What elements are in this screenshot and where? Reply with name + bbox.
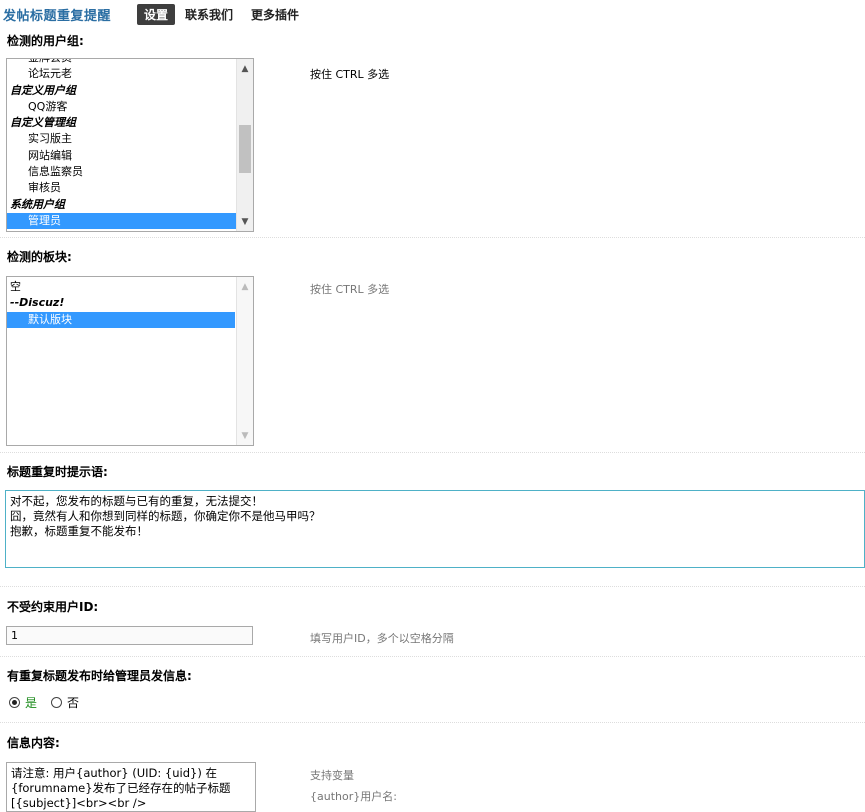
divider	[0, 237, 865, 238]
user-group-option[interactable]: 审核员	[7, 180, 237, 196]
user-groups-label: 检测的用户组:	[7, 34, 84, 48]
scroll-down-arrow-icon[interactable]: ▼	[237, 428, 253, 444]
user-group-option[interactable]: 金牌会员	[7, 59, 237, 66]
scroll-thumb[interactable]	[239, 125, 251, 173]
forums-options: 空 --Discuz! 默认版块	[7, 279, 235, 328]
tab-more-plugins[interactable]: 更多插件	[251, 6, 299, 23]
exempt-users-label: 不受约束用户ID:	[7, 600, 99, 614]
message-content-hint-variable: {author}用户名:	[310, 790, 397, 803]
user-group-option[interactable]: 管理员	[7, 212, 237, 230]
user-groups-select[interactable]: 金牌会员论坛元老自定义用户组 QQ游客自定义管理组实习版主网站编辑信息监察员审核员…	[6, 58, 254, 232]
divider	[0, 722, 865, 723]
user-groups-hint: 按住 CTRL 多选	[310, 68, 390, 81]
user-group-option[interactable]: QQ游客	[7, 99, 237, 115]
radio-no[interactable]	[51, 697, 63, 708]
dup-message-label: 标题重复时提示语:	[7, 465, 108, 479]
notify-admin-radio-group: 是 否	[9, 694, 79, 711]
scroll-up-arrow-icon[interactable]: ▲	[237, 61, 253, 77]
message-content-hint-title: 支持变量	[310, 769, 354, 782]
exempt-users-hint: 填写用户ID，多个以空格分隔	[310, 632, 454, 645]
radio-yes-label[interactable]: 是	[25, 694, 37, 711]
tab-settings[interactable]: 设置	[137, 4, 176, 25]
notify-admin-label: 有重复标题发布时给管理员发信息:	[7, 669, 192, 683]
exempt-users-input[interactable]	[6, 626, 253, 645]
message-content-label: 信息内容:	[7, 736, 60, 750]
divider	[0, 656, 865, 657]
forum-option[interactable]: 默认版块	[7, 311, 235, 328]
forum-optgroup: --Discuz!	[10, 296, 65, 310]
user-group-option[interactable]: 论坛元老	[7, 66, 237, 82]
user-group-option[interactable]: 实习版主	[7, 131, 237, 147]
user-group-option[interactable]: 信息监察员	[7, 164, 237, 180]
user-group-optgroup: 自定义用户组	[10, 83, 76, 97]
forums-select[interactable]: 空 --Discuz! 默认版块 ▲ ▼	[6, 276, 254, 446]
plugin-title: 发帖标题重复提醒	[3, 9, 112, 24]
divider	[0, 452, 865, 453]
radio-no-label[interactable]: 否	[67, 694, 79, 711]
dup-message-textarea[interactable]: 对不起，您发布的标题与已有的重复，无法提交！ 囧，竟然有人和你想到同样的标题，你…	[5, 490, 865, 568]
scroll-up-arrow-icon[interactable]: ▲	[237, 279, 253, 295]
tab-contact-us[interactable]: 联系我们	[185, 6, 233, 23]
user-group-optgroup: 系统用户组	[10, 197, 65, 211]
user-group-optgroup: 自定义管理组	[10, 116, 76, 130]
forum-option[interactable]: 空	[7, 279, 235, 295]
user-group-option[interactable]: 网站编辑	[7, 148, 237, 164]
user-groups-scrollbar[interactable]: ▲ ▼	[236, 59, 253, 231]
user-groups-options: 金牌会员论坛元老自定义用户组 QQ游客自定义管理组实习版主网站编辑信息监察员审核员…	[7, 59, 237, 230]
forums-scrollbar[interactable]: ▲ ▼	[236, 277, 253, 445]
radio-yes[interactable]	[9, 697, 20, 708]
divider	[0, 586, 865, 587]
forums-label: 检测的板块:	[7, 250, 72, 264]
forums-hint: 按住 CTRL 多选	[310, 283, 390, 296]
scroll-down-arrow-icon[interactable]: ▼	[237, 214, 253, 230]
